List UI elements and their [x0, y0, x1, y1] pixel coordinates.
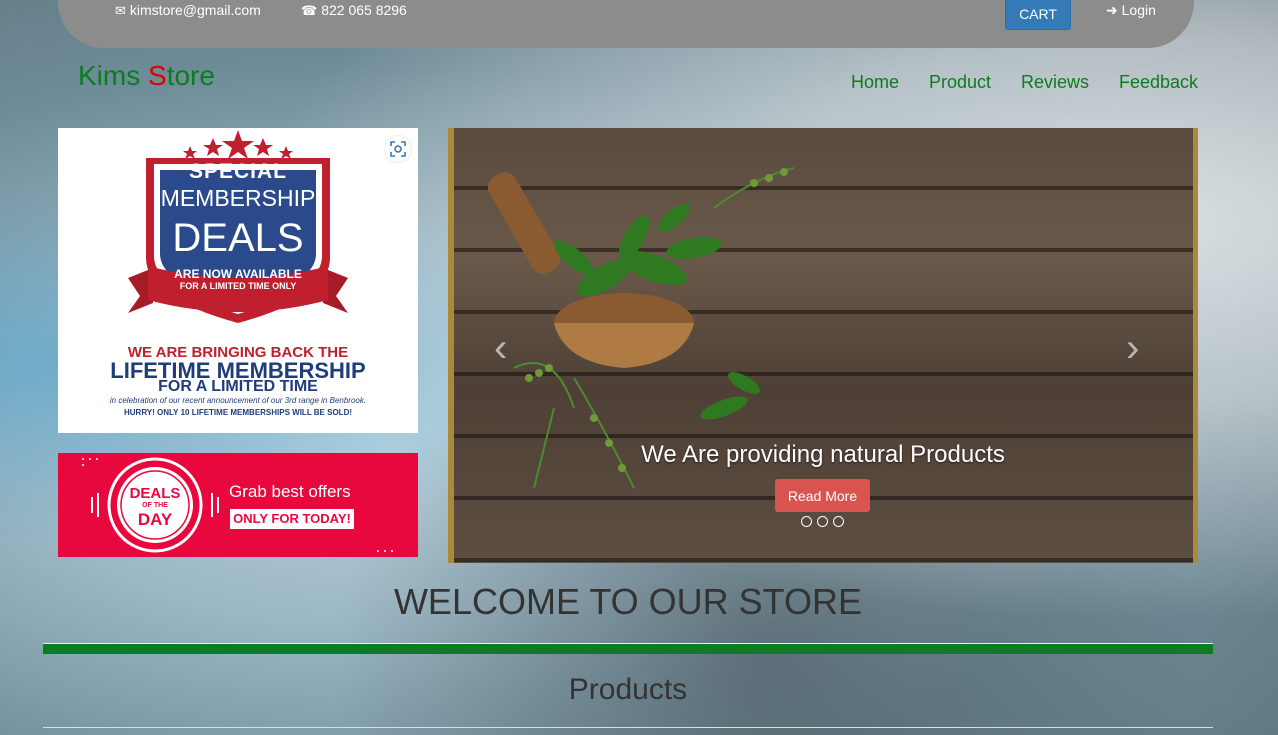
membership-promo-banner[interactable]: SPECIAL MEMBERSHIP DEALS ARE NOW AVAILAB…: [58, 128, 418, 433]
promo-membership: MEMBERSHIP: [160, 185, 316, 211]
login-icon: ➜: [1106, 2, 1118, 18]
phone-text: 822 065 8296: [321, 2, 407, 18]
carousel-indicator-2[interactable]: [817, 516, 828, 527]
deals-badge3: DAY: [137, 510, 173, 529]
deals-of-the-day-banner[interactable]: DEALS OF THE DAY Grab best offers ONLY F…: [58, 453, 418, 557]
promo-text5: HURRY! ONLY 10 LIFETIME MEMBERSHIPS WILL…: [123, 408, 353, 417]
carousel-indicators: [801, 516, 844, 527]
phone-contact[interactable]: ☎ 822 065 8296: [301, 2, 407, 19]
brand-part1: Kims: [78, 60, 148, 91]
site-logo[interactable]: Kims Store: [78, 60, 215, 92]
email-text: kimstore@gmail.com: [129, 2, 261, 18]
promo-text3: FOR A LIMITED TIME: [158, 378, 318, 395]
promo-ribbon2: FOR A LIMITED TIME ONLY: [179, 281, 297, 291]
nav-product[interactable]: Product: [929, 72, 991, 93]
carousel-caption: We Are providing natural Products: [641, 441, 1005, 468]
promo-text4: in celebration of our recent announcemen…: [109, 396, 367, 405]
login-label: Login: [1121, 2, 1156, 18]
nav-reviews[interactable]: Reviews: [1021, 72, 1089, 93]
products-heading: Products: [568, 673, 688, 706]
carousel-indicator-1[interactable]: [801, 516, 812, 527]
chevron-left-icon[interactable]: ‹: [494, 328, 507, 368]
brand-part2: S: [148, 60, 167, 91]
carousel-indicator-3[interactable]: [833, 516, 844, 527]
login-link[interactable]: ➜ Login: [1106, 2, 1156, 19]
cart-button[interactable]: CART: [1005, 0, 1071, 30]
deals-badge1: DEALS: [129, 485, 181, 502]
promo-special: SPECIAL: [188, 160, 287, 183]
promo-ribbon1: ARE NOW AVAILABLE: [174, 267, 302, 281]
products-divider: [43, 727, 1213, 728]
promo-deals: DEALS: [172, 216, 304, 260]
nav-home[interactable]: Home: [851, 72, 899, 93]
envelope-icon: ✉: [115, 3, 126, 18]
chevron-right-icon[interactable]: ›: [1126, 328, 1139, 368]
nav-feedback[interactable]: Feedback: [1119, 72, 1198, 93]
top-bar: ✉ kimstore@gmail.com ☎ 822 065 8296 CART ➜…: [58, 0, 1194, 48]
welcome-heading: WELCOME TO OUR STORE: [393, 581, 863, 622]
brand-part3: tore: [166, 60, 215, 91]
email-contact[interactable]: ✉ kimstore@gmail.com: [115, 2, 261, 19]
green-divider-bar: [43, 644, 1213, 654]
deals-badge2: OF THE: [142, 502, 168, 509]
visual-search-icon[interactable]: [385, 136, 411, 162]
deals-sub: ONLY FOR TODAY!: [233, 511, 351, 526]
deals-headline: Grab best offers: [229, 482, 351, 501]
read-more-button[interactable]: Read More: [775, 479, 870, 512]
phone-icon: ☎: [301, 3, 318, 18]
